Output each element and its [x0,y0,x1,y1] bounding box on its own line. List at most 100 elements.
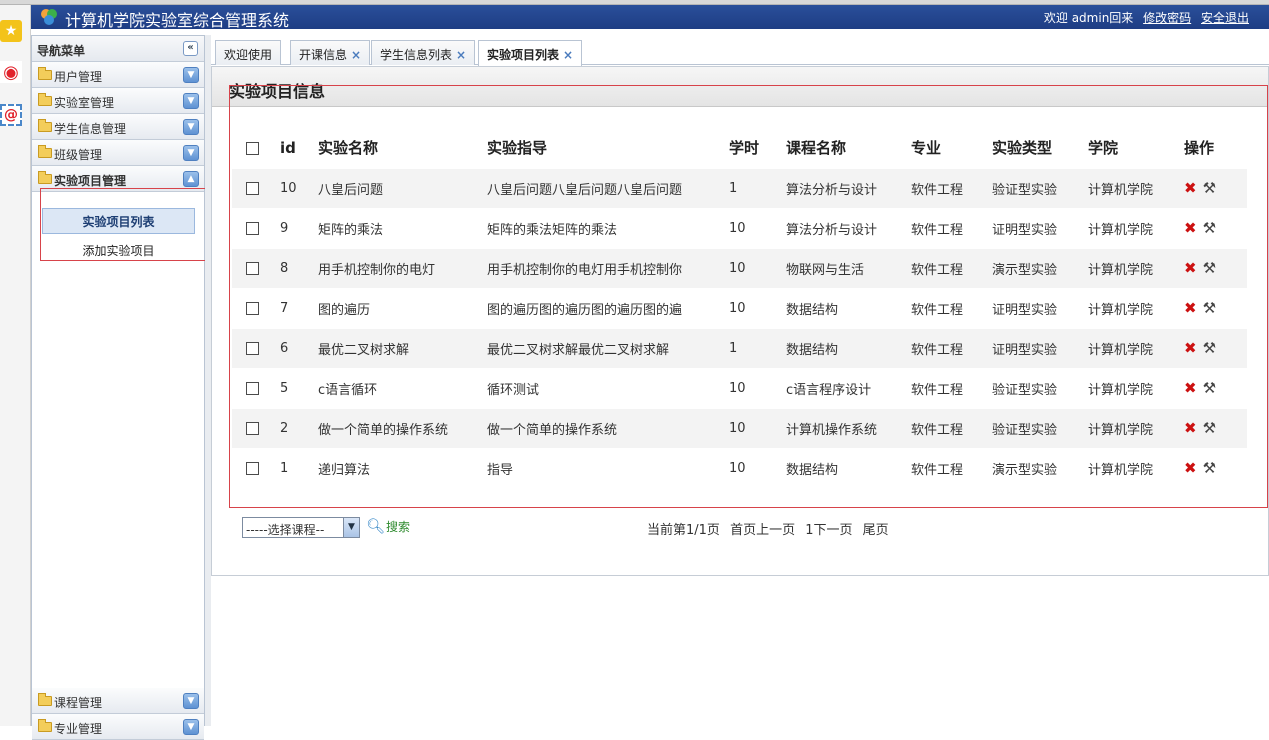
tab-student-list[interactable]: 学生信息列表 × [371,40,476,65]
tab-label: 学生信息列表 [380,48,453,62]
table-cell: 7 [280,287,318,328]
table-cell: 1 [729,327,786,368]
collapse-sidebar-icon[interactable]: « [183,41,198,56]
chevron-down-icon[interactable]: ▼ [183,145,199,161]
edit-tools-icon[interactable]: ⚒ [1203,259,1216,277]
chevron-down-icon[interactable]: ▼ [183,719,199,735]
edit-tools-icon[interactable]: ⚒ [1203,179,1216,197]
chevron-up-icon[interactable]: ▲ [183,171,199,187]
table-row: 10 八皇后问题 八皇后问题八皇后问题八皇后问题 1 算法分析与设计 软件工程 验证型实验计… [232,167,1247,208]
row-actions: ✖ ⚒ [1184,247,1247,288]
table-cell: 10 [280,167,318,208]
menu-major-management[interactable]: 专业管理 ▼ [32,714,204,740]
table-cell: 10 [729,247,786,288]
menu-lab-management[interactable]: 实验室管理 ▼ [32,88,204,114]
column-header: 操作 [1184,139,1215,158]
delete-icon[interactable]: ✖ [1184,339,1197,357]
folder-icon [38,693,52,706]
menu-user-management[interactable]: 用户管理 ▼ [32,62,204,88]
submenu-experiment-list[interactable]: 实验项目列表 [42,208,195,234]
table-cell: 2 [280,407,318,448]
column-header: id [280,138,296,157]
course-select[interactable]: -----选择课程-- ▼ [242,517,360,538]
table-cell: 1 [280,447,318,488]
chevron-down-icon[interactable]: ▼ [183,67,199,83]
pagination: 当前第1/1页 首页上一页 1下一页 尾页 [647,519,895,538]
logo-icon [41,9,57,25]
favorites-star-icon[interactable]: ★ [0,20,22,42]
table-cell: 算法分析与设计 [786,207,911,248]
menu-label: 实验项目管理 [54,174,127,188]
row-checkbox[interactable] [246,381,259,395]
delete-icon[interactable]: ✖ [1184,419,1197,437]
tab-label: 实验项目列表 [487,48,560,62]
row-checkbox[interactable] [246,341,259,355]
chevron-down-icon[interactable]: ▼ [183,119,199,135]
edit-tools-icon[interactable]: ⚒ [1203,379,1216,397]
next-link[interactable]: 1下一页 [805,523,852,538]
row-checkbox[interactable] [246,221,259,235]
edit-tools-icon[interactable]: ⚒ [1203,419,1216,437]
menu-label: 课程管理 [54,696,103,710]
delete-icon[interactable]: ✖ [1184,259,1197,277]
row-checkbox[interactable] [246,261,259,275]
tab-welcome[interactable]: 欢迎使用 [215,40,282,65]
experiment-table: id 实验名称 实验指导 学时 课程名称 专业 实验类型 学院 操作 10 八皇后… [232,128,1247,488]
delete-icon[interactable]: ✖ [1184,179,1197,197]
search-button[interactable]: 🔍︎搜索 [366,517,410,535]
user-bar: 欢迎 admin回来 修改密码 安全退出 [1044,9,1249,26]
table-row: 1 递归算法 指导 10 数据结构 软件工程 演示型实验 计算机学院 ✖ ⚒ [232,447,1247,488]
logout-link[interactable]: 安全退出 [1201,11,1249,25]
delete-icon[interactable]: ✖ [1184,459,1197,477]
chevron-down-icon[interactable]: ▼ [183,693,199,709]
table-cell: 1 [729,167,786,208]
close-icon[interactable]: × [563,48,573,62]
row-checkbox[interactable] [246,181,259,195]
row-actions: ✖ ⚒ [1184,367,1247,408]
table-cell: 证明型实验 [992,327,1088,368]
delete-icon[interactable]: ✖ [1184,299,1197,317]
menu-experiment-management[interactable]: 实验项目管理 ▲ [32,166,204,192]
table-row: 7 图的遍历 图的遍历图的遍历图的遍历图的遍 10 数据结构 软件工程 证明型实验 计算机学院… [232,287,1247,328]
menu-course-management[interactable]: 课程管理 ▼ [32,688,204,714]
table-cell: 做一个简单的操作系统 [318,407,487,448]
welcome-text: 欢迎 admin回来 [1043,11,1134,25]
menu-student-management[interactable]: 学生信息管理 ▼ [32,114,204,140]
first-prev-link[interactable]: 首页上一页 [730,523,795,538]
select-all-checkbox[interactable] [246,141,259,155]
chevron-down-icon[interactable]: ▼ [183,93,199,109]
edit-tools-icon[interactable]: ⚒ [1203,219,1216,237]
change-password-link[interactable]: 修改密码 [1143,11,1191,25]
mail-at-icon[interactable]: @ [0,104,22,126]
column-header: 专业 [911,139,942,158]
edit-tools-icon[interactable]: ⚒ [1203,299,1216,317]
edit-tools-icon[interactable]: ⚒ [1203,459,1216,477]
row-checkbox[interactable] [246,461,259,475]
chevron-down-icon[interactable]: ▼ [343,518,359,537]
row-actions: ✖ ⚒ [1184,287,1247,328]
column-header: 学院 [1088,139,1119,158]
submenu-add-experiment[interactable]: 添加实验项目 [42,238,195,264]
column-header: 学时 [729,139,760,158]
row-checkbox[interactable] [246,301,259,315]
row-actions: ✖ ⚒ [1184,327,1247,368]
table-cell: 计算机学院 [1088,407,1184,448]
delete-icon[interactable]: ✖ [1184,219,1197,237]
edit-tools-icon[interactable]: ⚒ [1203,339,1216,357]
last-link[interactable]: 尾页 [863,523,889,538]
row-checkbox[interactable] [246,421,259,435]
tab-experiment-list[interactable]: 实验项目列表 × [478,40,583,66]
weibo-icon[interactable]: ◉ [0,61,22,83]
close-icon[interactable]: × [351,48,361,62]
menu-class-management[interactable]: 班级管理 ▼ [32,140,204,166]
table-cell: 验证型实验 [992,407,1088,448]
menu-label: 实验室管理 [54,96,115,110]
table-cell: 计算机操作系统 [786,407,911,448]
table-cell: 物联网与生活 [786,247,911,288]
delete-icon[interactable]: ✖ [1184,379,1197,397]
tab-course-info[interactable]: 开课信息 × [290,40,371,65]
table-cell: 演示型实验 [992,447,1088,488]
close-icon[interactable]: × [456,48,466,62]
folder-icon [38,171,52,184]
browser-side-toolbar: ★ ◉ @ [0,5,31,726]
